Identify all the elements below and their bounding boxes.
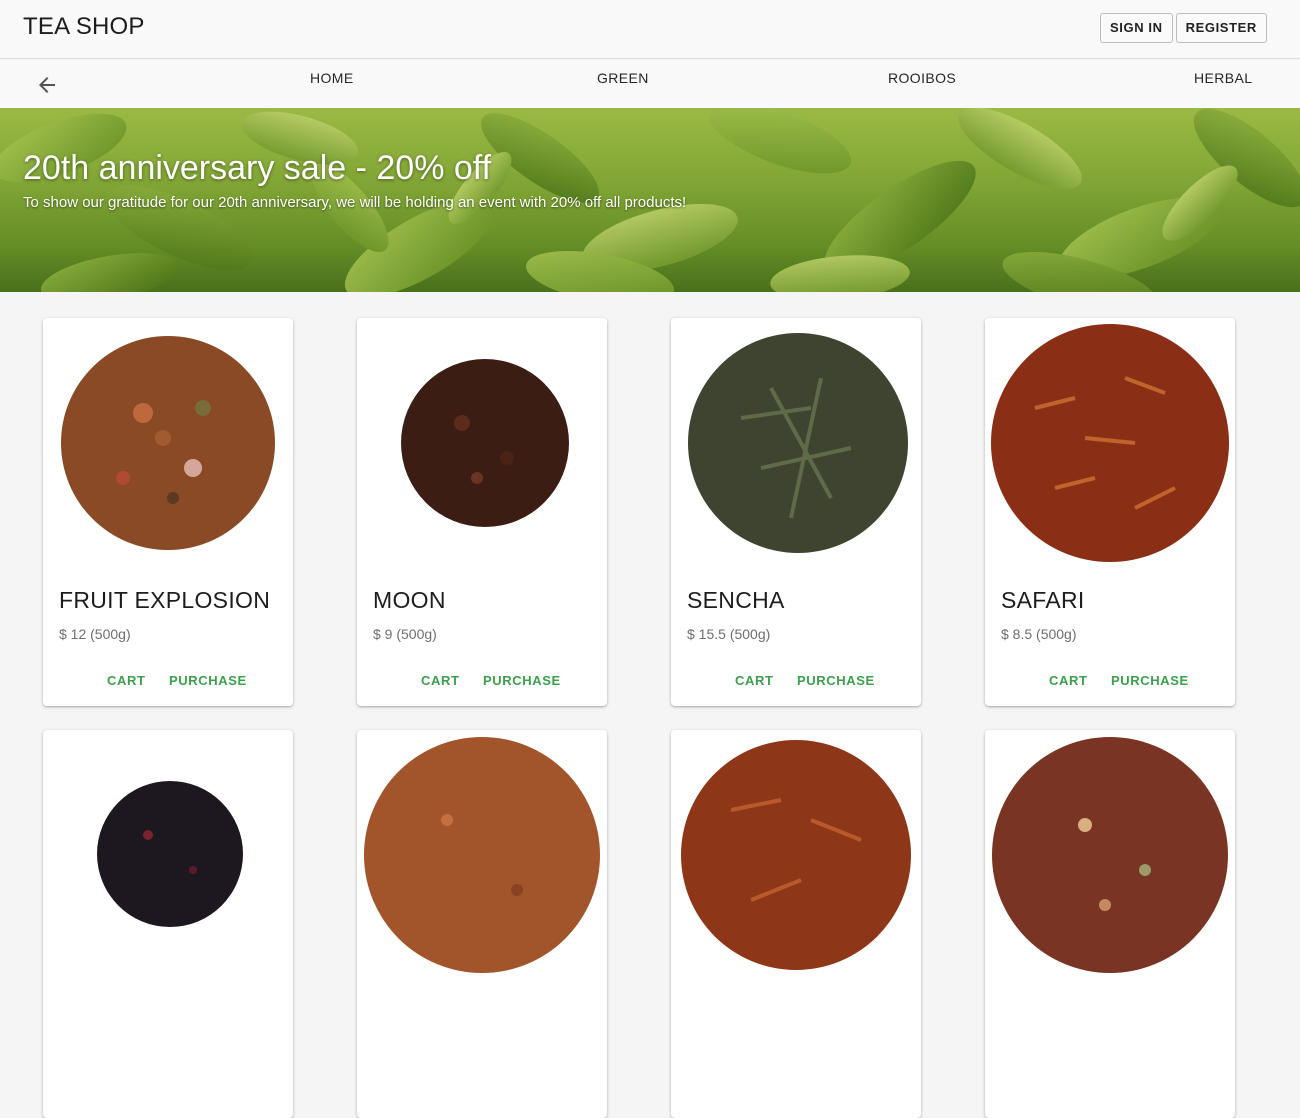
product-card[interactable] xyxy=(43,730,293,1118)
purchase-button[interactable]: PURCHASE xyxy=(1111,673,1189,688)
product-image[interactable] xyxy=(671,318,921,568)
auth-buttons: SIGN IN REGISTER xyxy=(1100,13,1267,43)
nav-item-herbal[interactable]: HERBAL xyxy=(1194,70,1252,86)
nav-item-rooibos[interactable]: ROOIBOS xyxy=(888,70,956,86)
product-card[interactable]: MOON $ 9 (500g) CART PURCHASE xyxy=(357,318,607,706)
product-price: $ 12 (500g) xyxy=(59,626,131,642)
product-name: SAFARI xyxy=(1001,587,1085,613)
product-image[interactable] xyxy=(43,318,293,568)
product-card[interactable] xyxy=(985,730,1235,1118)
brand-title[interactable]: TEA SHOP xyxy=(23,13,145,41)
product-image[interactable] xyxy=(357,318,607,568)
arrow-back-icon[interactable] xyxy=(35,73,59,97)
product-card[interactable]: FRUIT EXPLOSION $ 12 (500g) CART PURCHAS… xyxy=(43,318,293,706)
product-image[interactable] xyxy=(671,730,921,980)
product-price: $ 15.5 (500g) xyxy=(687,626,771,642)
purchase-button[interactable]: PURCHASE xyxy=(169,673,247,688)
product-image[interactable] xyxy=(357,730,607,980)
purchase-button[interactable]: PURCHASE xyxy=(483,673,561,688)
app-bar: TEA SHOP SIGN IN REGISTER xyxy=(0,0,1300,59)
promo-banner: 20th anniversary sale - 20% off To show … xyxy=(0,108,1300,292)
product-card[interactable] xyxy=(671,730,921,1118)
product-card[interactable]: SAFARI $ 8.5 (500g) CART PURCHASE xyxy=(985,318,1235,706)
cart-button[interactable]: CART xyxy=(1049,673,1088,688)
product-price: $ 8.5 (500g) xyxy=(1001,626,1077,642)
product-image[interactable] xyxy=(985,730,1235,980)
product-name: FRUIT EXPLOSION xyxy=(59,587,271,613)
product-card[interactable] xyxy=(357,730,607,1118)
purchase-button[interactable]: PURCHASE xyxy=(797,673,875,688)
category-nav: HOME GREEN ROOIBOS HERBAL xyxy=(0,60,1300,108)
sign-in-button[interactable]: SIGN IN xyxy=(1100,13,1173,43)
product-name: SENCHA xyxy=(687,587,785,613)
nav-item-green[interactable]: GREEN xyxy=(597,70,649,86)
promo-title: 20th anniversary sale - 20% off xyxy=(23,149,492,187)
product-name: MOON xyxy=(373,587,446,613)
cart-button[interactable]: CART xyxy=(421,673,460,688)
cart-button[interactable]: CART xyxy=(107,673,146,688)
nav-item-home[interactable]: HOME xyxy=(310,70,354,86)
product-card[interactable]: SENCHA $ 15.5 (500g) CART PURCHASE xyxy=(671,318,921,706)
product-image[interactable] xyxy=(43,730,293,980)
promo-subtitle: To show our gratitude for our 20th anniv… xyxy=(23,194,687,211)
register-button[interactable]: REGISTER xyxy=(1175,13,1267,43)
product-price: $ 9 (500g) xyxy=(373,626,437,642)
product-image[interactable] xyxy=(985,318,1235,568)
cart-button[interactable]: CART xyxy=(735,673,774,688)
